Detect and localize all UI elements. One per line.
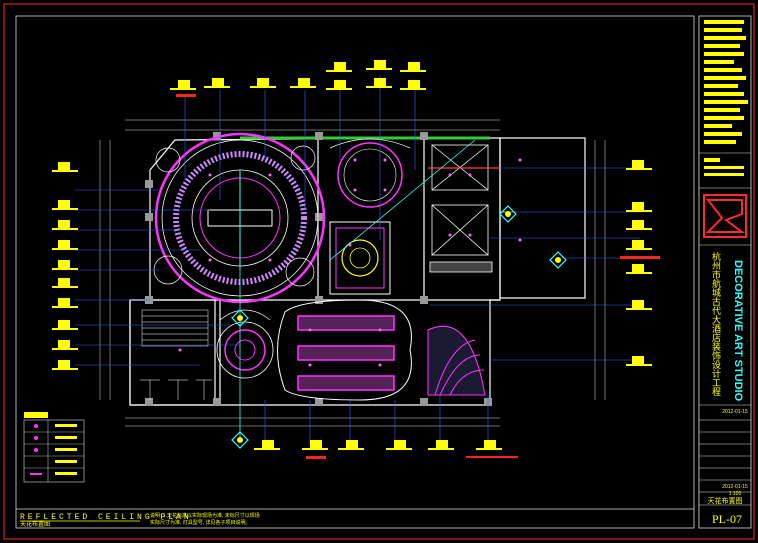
date-1: 2012-01-15 bbox=[722, 409, 748, 415]
title-block: 杭州市航城古代大酒店装饰设计工程 DECORATIVE ART STUDIO 2… bbox=[698, 15, 752, 529]
drawing-logo-icon bbox=[703, 194, 747, 238]
red-markers bbox=[176, 94, 660, 459]
scale: 1:100 bbox=[729, 491, 742, 497]
date-2: 2012-01-15 bbox=[722, 484, 748, 490]
stairs bbox=[140, 309, 212, 400]
x-room bbox=[429, 144, 493, 273]
studio-name: DECORATIVE ART STUDIO bbox=[732, 260, 744, 402]
inner-frame bbox=[15, 15, 695, 529]
legend-table bbox=[23, 412, 85, 483]
sheet-name: 天花布置图 bbox=[708, 496, 743, 505]
project-name: 杭州市航城古代大酒店装饰设计工程 bbox=[711, 251, 721, 397]
notes-line-2: 实际尺寸为准, 灯具型号, 详见各子项目说明。 bbox=[150, 519, 251, 526]
center-room bbox=[329, 221, 391, 295]
elevation-tags bbox=[52, 60, 652, 450]
room-ceiling-circle bbox=[329, 138, 411, 208]
notes-line-1: 说明: 1.天花标高以实际现场为准, 未标尺寸以现场 bbox=[150, 512, 260, 519]
cad-drawing: 杭州市航城古代大酒店装饰设计工程 DECORATIVE ART STUDIO 2… bbox=[3, 3, 755, 540]
lounge-ceiling bbox=[277, 299, 412, 401]
sheet-number: PL-07 bbox=[712, 512, 742, 526]
section-marker-fills bbox=[237, 211, 561, 443]
section-markers bbox=[231, 205, 567, 449]
stage-ceiling bbox=[427, 325, 486, 396]
